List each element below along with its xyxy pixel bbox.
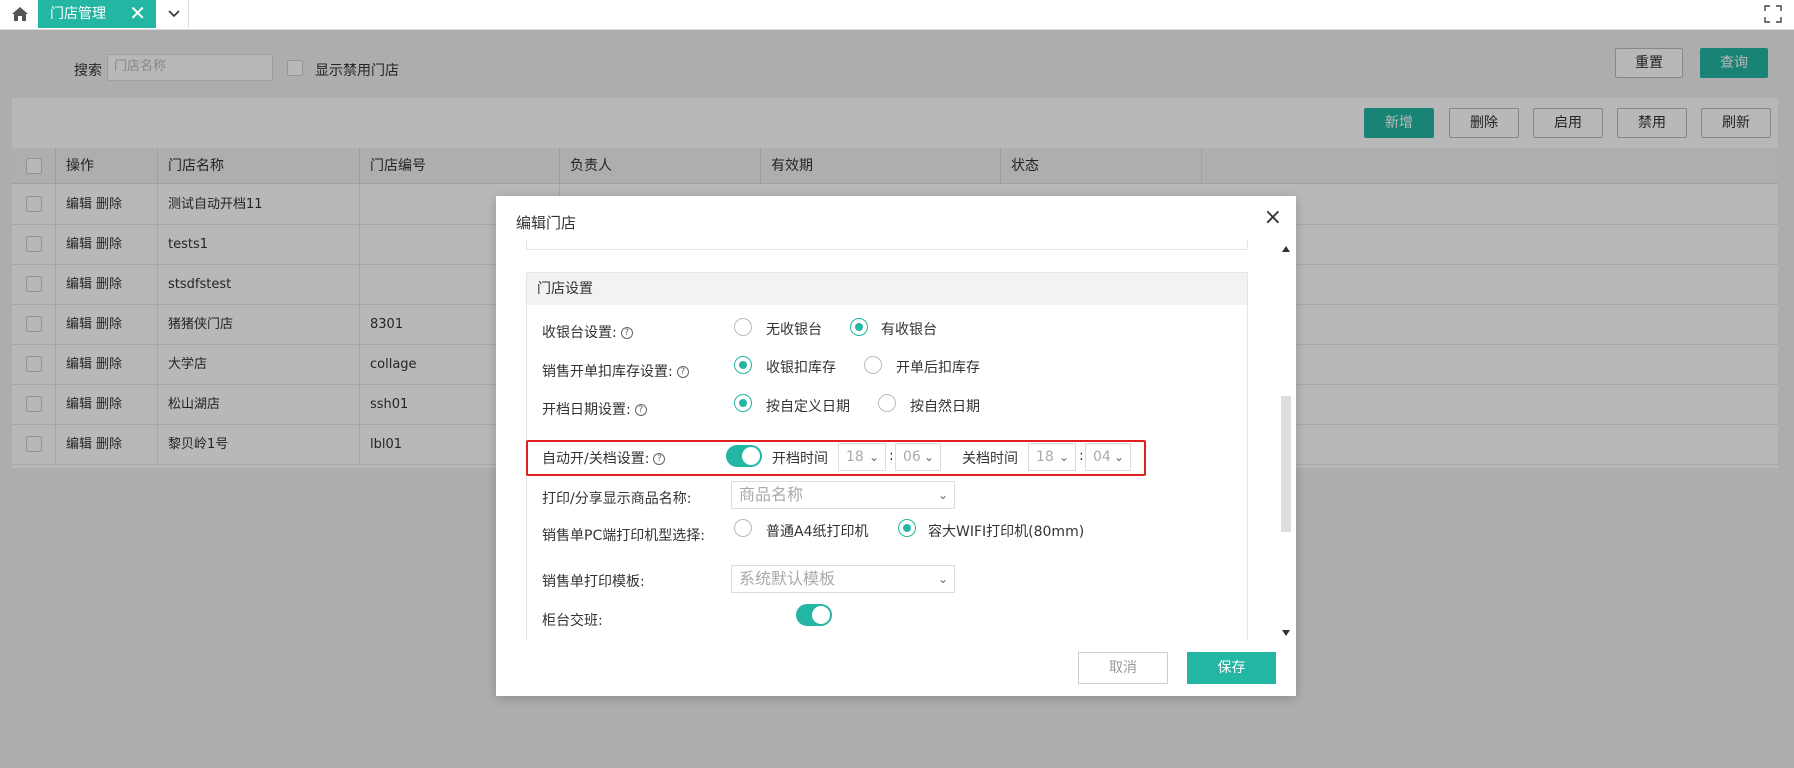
radio-wifi-printer[interactable]: [898, 519, 916, 537]
cashier-label: 收银台设置:?: [542, 322, 633, 342]
radio-a4-printer[interactable]: [734, 519, 752, 537]
date-label: 开档日期设置:?: [542, 399, 647, 419]
radio-natural-date[interactable]: [878, 394, 896, 412]
chevron-down-icon: ⌄: [937, 572, 948, 586]
chevron-down-icon[interactable]: [159, 0, 189, 28]
radio-deduct-on-checkout-label: 收银扣库存: [766, 360, 836, 376]
scrollbar-thumb[interactable]: [1281, 396, 1291, 532]
template-label: 销售单打印模板:: [542, 574, 645, 590]
radio-custom-date-label: 按自定义日期: [766, 399, 850, 415]
chevron-down-icon: ⌄: [1113, 450, 1124, 464]
print-name-select[interactable]: 商品名称 ⌄: [731, 481, 955, 509]
close-minute-select[interactable]: 04 ⌄: [1085, 443, 1131, 471]
print-name-label: 打印/分享显示商品名称:: [542, 491, 692, 507]
cancel-button[interactable]: 取消: [1078, 652, 1168, 684]
tab-label: 门店管理: [50, 6, 106, 22]
radio-natural-date-label: 按自然日期: [910, 399, 980, 415]
radio-no-cashier[interactable]: [734, 318, 752, 336]
radio-wifi-printer-label: 容大WIFI打印机(80mm): [928, 524, 1085, 540]
shift-label: 柜台交班:: [542, 613, 603, 629]
edit-store-dialog: 编辑门店 × 门店设置 收银台设置:? 无收银台 有收银台 销售开单扣库存设置:…: [496, 196, 1296, 696]
close-icon[interactable]: ✕: [129, 0, 146, 26]
tab-store-management[interactable]: 门店管理 ✕: [38, 0, 156, 28]
stock-label: 销售开单扣库存设置:?: [542, 361, 689, 381]
chevron-down-icon: ⌄: [923, 450, 934, 464]
time-colon: :: [889, 448, 894, 464]
radio-deduct-after-order[interactable]: [864, 356, 882, 374]
printer-label: 销售单PC端打印机型选择:: [542, 528, 705, 544]
radio-deduct-after-order-label: 开单后扣库存: [896, 360, 980, 376]
radio-a4-printer-label: 普通A4纸打印机: [766, 524, 869, 540]
save-button[interactable]: 保存: [1187, 652, 1276, 684]
help-icon[interactable]: ?: [676, 366, 689, 378]
open-time-label: 开档时间: [772, 451, 828, 467]
dialog-scrollbar[interactable]: [1280, 246, 1292, 636]
help-icon[interactable]: ?: [634, 404, 647, 416]
home-icon[interactable]: [5, 0, 35, 28]
previous-section-edge: [526, 240, 1248, 250]
open-minute-select[interactable]: 06 ⌄: [895, 443, 941, 471]
auto-open-close-toggle[interactable]: [726, 445, 762, 467]
dialog-body: 门店设置 收银台设置:? 无收银台 有收银台 销售开单扣库存设置:? 收银扣库存…: [496, 240, 1296, 640]
fullscreen-icon[interactable]: [1764, 5, 1782, 23]
close-icon[interactable]: ×: [1264, 207, 1282, 229]
template-select[interactable]: 系统默认模板 ⌄: [731, 565, 955, 593]
radio-deduct-on-checkout[interactable]: [734, 356, 752, 374]
close-time-label: 关档时间: [962, 451, 1018, 467]
top-tab-bar: 门店管理 ✕: [0, 0, 1794, 30]
time-colon: :: [1079, 448, 1084, 464]
radio-no-cashier-label: 无收银台: [766, 322, 822, 338]
open-hour-select[interactable]: 18 ⌄: [838, 443, 886, 471]
chevron-down-icon: ⌄: [1058, 450, 1069, 464]
shift-toggle[interactable]: [796, 604, 832, 626]
radio-has-cashier[interactable]: [850, 318, 868, 336]
section-title: 门店设置: [527, 273, 1247, 305]
auto-open-close-label: 自动开/关档设置:?: [542, 448, 666, 468]
chevron-down-icon: ⌄: [868, 450, 879, 464]
radio-custom-date[interactable]: [734, 394, 752, 412]
close-hour-select[interactable]: 18 ⌄: [1028, 443, 1076, 471]
help-icon[interactable]: ?: [620, 327, 633, 339]
radio-has-cashier-label: 有收银台: [881, 322, 937, 338]
chevron-down-icon: ⌄: [937, 488, 948, 502]
dialog-title: 编辑门店: [516, 214, 577, 232]
help-icon[interactable]: ?: [653, 453, 666, 465]
